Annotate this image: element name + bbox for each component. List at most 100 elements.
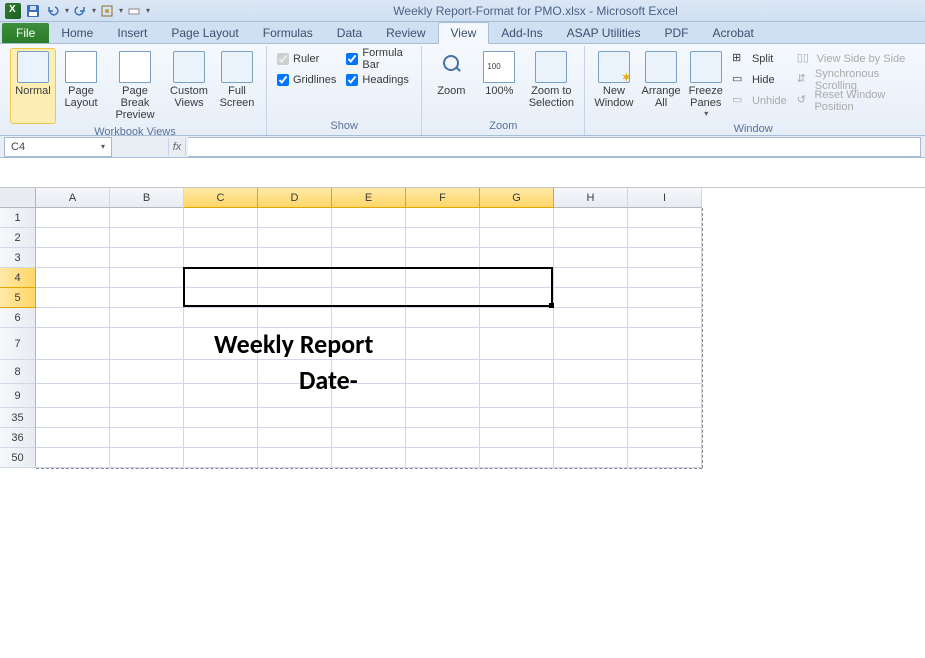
- page-layout-button[interactable]: Page Layout: [58, 48, 104, 124]
- cell-D6[interactable]: [258, 308, 332, 328]
- undo-dropdown-icon[interactable]: ▾: [65, 6, 69, 15]
- cell-C3[interactable]: [184, 248, 258, 268]
- tab-home[interactable]: Home: [49, 23, 105, 43]
- cell-H50[interactable]: [554, 448, 628, 468]
- column-header-C[interactable]: C: [184, 188, 258, 208]
- normal-view-button[interactable]: Normal: [10, 48, 56, 124]
- cell-E35[interactable]: [332, 408, 406, 428]
- cell-C35[interactable]: [184, 408, 258, 428]
- headings-checkbox[interactable]: Headings: [346, 71, 411, 89]
- cell-F8[interactable]: [406, 360, 480, 384]
- cell-E1[interactable]: [332, 208, 406, 228]
- new-window-button[interactable]: ✶New Window: [591, 48, 636, 121]
- cell-C8[interactable]: [184, 360, 258, 384]
- cell-G35[interactable]: [480, 408, 554, 428]
- cell-F5[interactable]: [406, 288, 480, 308]
- row-header-35[interactable]: 35: [0, 408, 36, 428]
- cell-C4[interactable]: [184, 268, 258, 288]
- cell-B50[interactable]: [110, 448, 184, 468]
- hide-button[interactable]: ▭Hide: [732, 71, 787, 89]
- cell-A5[interactable]: [36, 288, 110, 308]
- tab-asap[interactable]: ASAP Utilities: [555, 23, 653, 43]
- page-break-button[interactable]: Page Break Preview: [106, 48, 164, 124]
- cell-G36[interactable]: [480, 428, 554, 448]
- tab-pdf[interactable]: PDF: [652, 23, 700, 43]
- cell-D5[interactable]: [258, 288, 332, 308]
- cell-I1[interactable]: [628, 208, 702, 228]
- cell-E2[interactable]: [332, 228, 406, 248]
- row-header-7[interactable]: 7: [0, 328, 36, 360]
- cell-F2[interactable]: [406, 228, 480, 248]
- formula-bar-checkbox[interactable]: Formula Bar: [346, 50, 411, 68]
- cell-I3[interactable]: [628, 248, 702, 268]
- cell-I4[interactable]: [628, 268, 702, 288]
- redo-dropdown-icon[interactable]: ▾: [92, 6, 96, 15]
- row-header-9[interactable]: 9: [0, 384, 36, 408]
- cell-G3[interactable]: [480, 248, 554, 268]
- cell-E4[interactable]: [332, 268, 406, 288]
- excel-icon[interactable]: [4, 2, 22, 20]
- qat-extra1-icon[interactable]: [98, 2, 116, 20]
- cell-I2[interactable]: [628, 228, 702, 248]
- cell-G50[interactable]: [480, 448, 554, 468]
- row-header-36[interactable]: 36: [0, 428, 36, 448]
- cell-D36[interactable]: [258, 428, 332, 448]
- cell-G8[interactable]: [480, 360, 554, 384]
- cell-H9[interactable]: [554, 384, 628, 408]
- cell-G6[interactable]: [480, 308, 554, 328]
- cell-F50[interactable]: [406, 448, 480, 468]
- row-header-3[interactable]: 3: [0, 248, 36, 268]
- split-button[interactable]: ⊞Split: [732, 50, 787, 68]
- cell-I6[interactable]: [628, 308, 702, 328]
- cell-G4[interactable]: [480, 268, 554, 288]
- cell-F6[interactable]: [406, 308, 480, 328]
- cell-F3[interactable]: [406, 248, 480, 268]
- cell-B36[interactable]: [110, 428, 184, 448]
- cell-A35[interactable]: [36, 408, 110, 428]
- cell-I50[interactable]: [628, 448, 702, 468]
- cell-H7[interactable]: [554, 328, 628, 360]
- ruler-checkbox[interactable]: Ruler: [277, 50, 336, 68]
- column-header-H[interactable]: H: [554, 188, 628, 208]
- cell-E36[interactable]: [332, 428, 406, 448]
- cell-E50[interactable]: [332, 448, 406, 468]
- fx-icon[interactable]: fx: [168, 138, 186, 156]
- cell-B8[interactable]: [110, 360, 184, 384]
- tab-acrobat[interactable]: Acrobat: [700, 23, 765, 43]
- cell-C6[interactable]: [184, 308, 258, 328]
- cell-A1[interactable]: [36, 208, 110, 228]
- cell-C5[interactable]: [184, 288, 258, 308]
- cell-H8[interactable]: [554, 360, 628, 384]
- cell-H36[interactable]: [554, 428, 628, 448]
- select-all-corner[interactable]: [0, 188, 36, 208]
- cell-H4[interactable]: [554, 268, 628, 288]
- column-header-G[interactable]: G: [480, 188, 554, 208]
- zoom-button[interactable]: Zoom: [428, 48, 474, 118]
- row-header-5[interactable]: 5: [0, 288, 36, 308]
- zoom-100-button[interactable]: 100100%: [476, 48, 522, 118]
- cell-B5[interactable]: [110, 288, 184, 308]
- column-header-D[interactable]: D: [258, 188, 332, 208]
- cell-C1[interactable]: [184, 208, 258, 228]
- cell-A6[interactable]: [36, 308, 110, 328]
- row-header-8[interactable]: 8: [0, 360, 36, 384]
- tab-insert[interactable]: Insert: [105, 23, 159, 43]
- cell-F36[interactable]: [406, 428, 480, 448]
- cell-F1[interactable]: [406, 208, 480, 228]
- cell-I5[interactable]: [628, 288, 702, 308]
- cell-A7[interactable]: [36, 328, 110, 360]
- cell-A36[interactable]: [36, 428, 110, 448]
- cell-B4[interactable]: [110, 268, 184, 288]
- cell-B3[interactable]: [110, 248, 184, 268]
- cell-A9[interactable]: [36, 384, 110, 408]
- cell-B9[interactable]: [110, 384, 184, 408]
- cell-I8[interactable]: [628, 360, 702, 384]
- tab-review[interactable]: Review: [374, 23, 437, 43]
- cell-H2[interactable]: [554, 228, 628, 248]
- freeze-panes-button[interactable]: Freeze Panes▾: [686, 48, 726, 121]
- row-header-1[interactable]: 1: [0, 208, 36, 228]
- cell-D35[interactable]: [258, 408, 332, 428]
- cell-I36[interactable]: [628, 428, 702, 448]
- cell-E6[interactable]: [332, 308, 406, 328]
- tab-page-layout[interactable]: Page Layout: [159, 23, 250, 43]
